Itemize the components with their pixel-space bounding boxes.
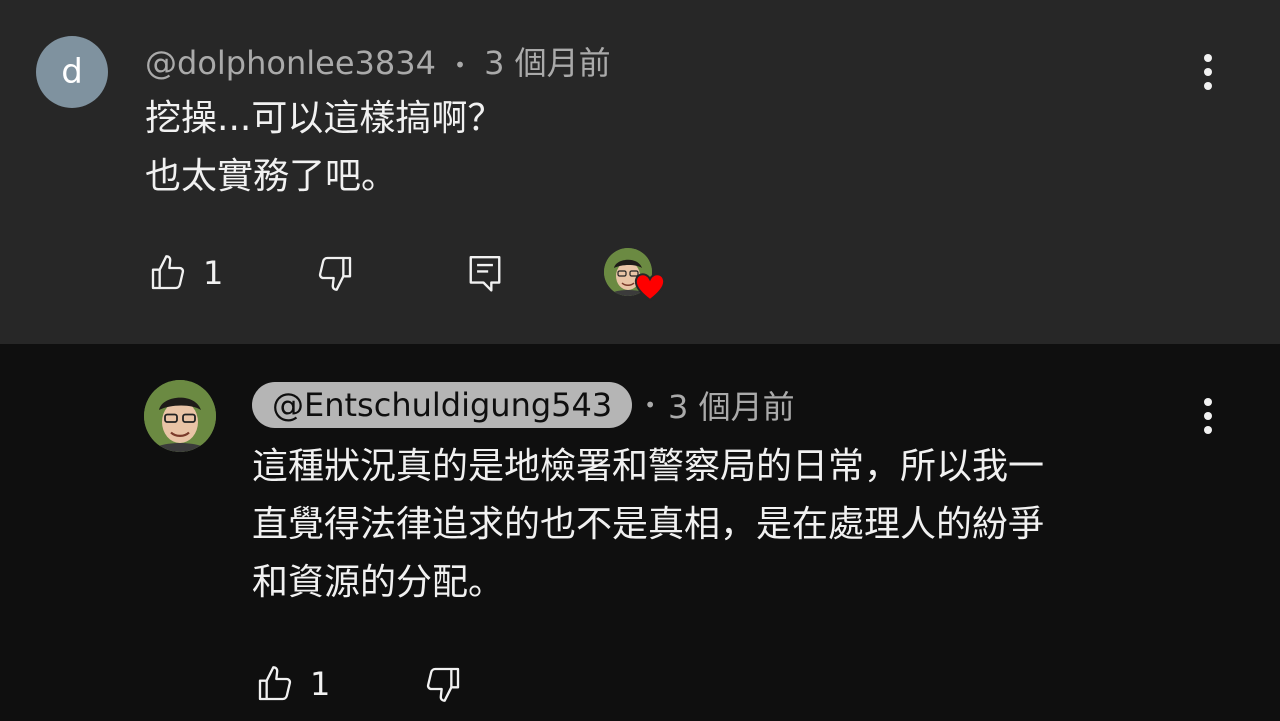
thumb-up-icon[interactable] [255, 664, 295, 704]
comment-author-channel-owner[interactable]: @Entschuldigung543 [252, 382, 633, 428]
comment-body: 挖操...可以這樣搞啊？ 也太實務了吧。 [145, 90, 1145, 206]
comment-line: 挖操...可以這樣搞啊？ [145, 98, 504, 139]
creator-heart-icon [634, 273, 666, 302]
comment-line: 也太實務了吧。 [145, 156, 398, 197]
comment-time[interactable]: 3 個月前 [484, 44, 611, 82]
meta-separator: • [644, 393, 657, 417]
comment-body: 這種狀況真的是地檢署和警察局的日常，所以我一 直覺得法律追求的也不是真相，是在處… [252, 438, 1202, 612]
comment-time[interactable]: 3 個月前 [668, 382, 795, 428]
thumb-up-icon[interactable] [148, 253, 188, 293]
comment-reply: @Entschuldigung543 • 3 個月前 這種狀況真的是地檢署和警察… [0, 344, 1280, 721]
commenter-avatar[interactable] [144, 380, 216, 452]
more-vert-icon[interactable] [1198, 52, 1218, 92]
comment-reply-icon[interactable] [466, 252, 504, 294]
comment-meta: @dolphonlee3834 • 3 個月前 [145, 38, 611, 84]
commenter-face-image [144, 380, 216, 452]
more-vert-icon[interactable] [1198, 396, 1218, 436]
comment-highlighted: d @dolphonlee3834 • 3 個月前 挖操...可以這樣搞啊？ 也… [0, 0, 1280, 344]
comment-author[interactable]: @dolphonlee3834 [145, 44, 436, 82]
like-count: 1 [310, 665, 331, 703]
like-count: 1 [203, 254, 224, 292]
thumb-down-icon[interactable] [315, 253, 355, 293]
commenter-avatar[interactable]: d [36, 36, 108, 108]
comment-meta: @Entschuldigung543 • 3 個月前 [252, 382, 795, 428]
thumb-down-icon[interactable] [423, 664, 463, 704]
avatar-letter: d [61, 52, 83, 92]
meta-separator: • [454, 53, 466, 77]
comment-line: 直覺得法律追求的也不是真相，是在處理人的紛爭 [252, 504, 1045, 545]
comment-line: 這種狀況真的是地檢署和警察局的日常，所以我一 [252, 446, 1045, 487]
comment-line: 和資源的分配。 [252, 562, 505, 603]
